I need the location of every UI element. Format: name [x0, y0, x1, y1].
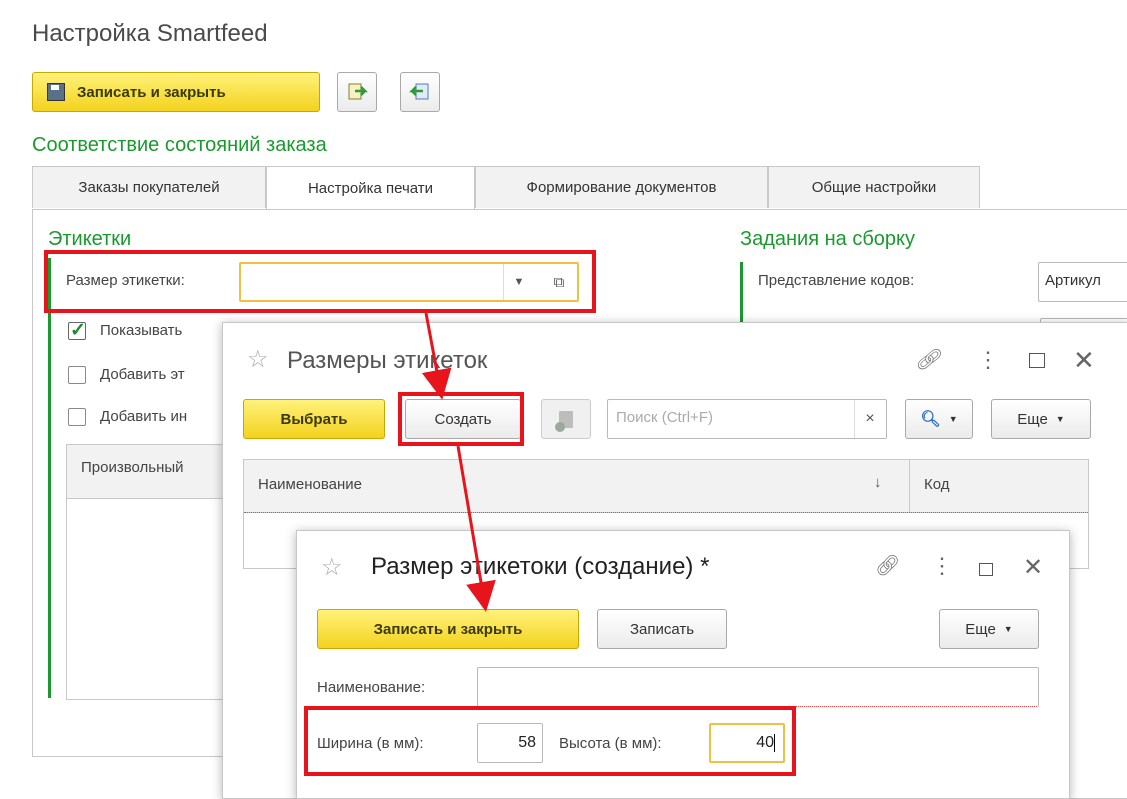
arrow-to-save-close	[456, 445, 496, 612]
arrow-to-create	[421, 312, 452, 400]
annotation-arrows	[421, 312, 496, 612]
